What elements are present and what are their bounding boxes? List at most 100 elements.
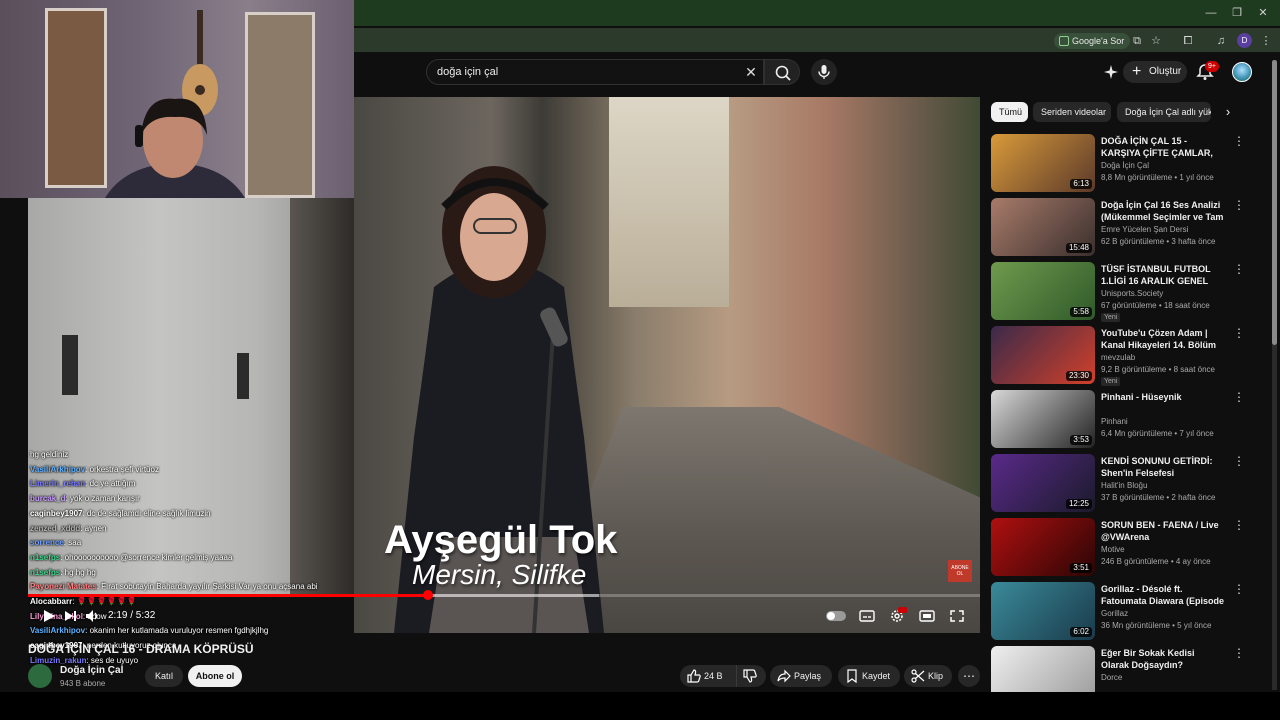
- subtitles-icon[interactable]: [858, 608, 876, 624]
- recommended-video[interactable]: 5:58 TÜSF İSTANBUL FUTBOL 1.LİGİ 16 ARALI…: [991, 262, 1245, 322]
- ai-sparkle-icon[interactable]: [1103, 64, 1119, 80]
- search-button[interactable]: [764, 59, 800, 85]
- kebab-menu-icon[interactable]: ⋮: [1233, 455, 1245, 467]
- progress-scrubber-handle[interactable]: [422, 590, 433, 600]
- autoplay-toggle[interactable]: [826, 611, 846, 621]
- volume-icon[interactable]: [84, 608, 102, 624]
- kebab-menu-icon[interactable]: ⋮: [1233, 199, 1245, 211]
- recommended-video[interactable]: 15:48 Doğa İçin Çal 16 Ses Analizi (Mükem…: [991, 198, 1245, 258]
- chat-username[interactable]: Limerin_rehan: [30, 479, 85, 488]
- kebab-menu-icon[interactable]: ⋮: [1233, 519, 1245, 531]
- video-progress-bar[interactable]: [28, 590, 980, 600]
- recommended-video-title[interactable]: KENDİ SONUNU GETİRDİ: Shen'in Felsefesi: [1101, 455, 1225, 479]
- video-thumbnail[interactable]: 3:53: [991, 390, 1095, 448]
- recommended-video-title[interactable]: TÜSF İSTANBUL FUTBOL 1.LİGİ 16 ARALIK GE…: [1101, 263, 1225, 287]
- chat-username[interactable]: n1sefps: [30, 568, 60, 577]
- subscribe-button[interactable]: Abone ol: [188, 665, 242, 687]
- recommended-channel-name[interactable]: Emre Yücelen Şan Dersi: [1101, 225, 1188, 234]
- kebab-menu-icon[interactable]: ⋮: [1233, 327, 1245, 339]
- video-thumbnail[interactable]: 3:51: [991, 518, 1095, 576]
- recommended-channel-name[interactable]: Pinhani: [1101, 417, 1128, 426]
- fullscreen-icon[interactable]: [948, 608, 966, 624]
- recommended-video[interactable]: 23:30 YouTube'u Çözen Adam | Kanal Hikaye…: [991, 326, 1245, 386]
- dislike-button[interactable]: [736, 665, 766, 687]
- recommended-video-title[interactable]: Pinhani - Hüseynik: [1101, 391, 1225, 403]
- recommended-video[interactable]: 3:51 SORUN BEN - FAENA / Live @VWArena Mot…: [991, 518, 1245, 578]
- create-button[interactable]: + Oluştur: [1123, 61, 1187, 83]
- recommended-video-title[interactable]: YouTube'u Çözen Adam | Kanal Hikayeleri …: [1101, 327, 1225, 351]
- chat-text: : orkestra şefi virtüoz: [85, 464, 159, 474]
- account-avatar[interactable]: [1232, 62, 1252, 82]
- video-thumbnail[interactable]: 23:30: [991, 326, 1095, 384]
- minimize-icon[interactable]: —: [1202, 6, 1220, 20]
- media-control-icon[interactable]: ♫: [1213, 33, 1229, 49]
- recommended-video[interactable]: 12:25 KENDİ SONUNU GETİRDİ: Shen'in Felse…: [991, 454, 1245, 514]
- recommended-video-title[interactable]: Eğer Bir Sokak Kedisi Olarak Doğsaydın?: [1101, 647, 1225, 671]
- theater-mode-icon[interactable]: [918, 608, 936, 624]
- kebab-menu-icon[interactable]: ⋮: [1233, 647, 1245, 659]
- filter-chip[interactable]: Seriden videolar: [1033, 102, 1111, 122]
- share-button[interactable]: Paylaş: [770, 665, 832, 687]
- video-thumbnail[interactable]: 6:13: [991, 134, 1095, 192]
- channel-name[interactable]: Doğa İçin Çal: [60, 665, 123, 676]
- chat-username[interactable]: sorrence: [30, 538, 64, 547]
- chat-username[interactable]: zenzed_xddd: [30, 524, 80, 533]
- chat-username[interactable]: burcak_d: [30, 494, 66, 503]
- recommended-channel-name[interactable]: Halit'in Bloğu: [1101, 481, 1147, 490]
- recommended-video[interactable]: 6:02 Gorillaz - Désolé ft. Fatoumata Diaw…: [991, 582, 1245, 642]
- recommended-video-title[interactable]: Doğa İçin Çal 16 Ses Analizi (Mükemmel S…: [1101, 199, 1225, 223]
- filter-chip[interactable]: Tümü: [991, 102, 1028, 122]
- filter-chip[interactable]: Doğa İçin Çal adlı yükleyiciden: [1117, 102, 1211, 122]
- recommended-channel-name[interactable]: Unisports.Society: [1101, 289, 1163, 298]
- recommended-video[interactable]: 6:13 DOĞA İÇİN ÇAL 15 - KARŞIYA ÇİFTE ÇAM…: [991, 134, 1245, 194]
- recommended-channel-name[interactable]: Dorce: [1101, 673, 1122, 682]
- clear-search-icon[interactable]: ✕: [742, 63, 760, 81]
- browser-profile-avatar[interactable]: D: [1237, 33, 1252, 48]
- kebab-menu-icon[interactable]: ⋮: [1233, 135, 1245, 147]
- recommended-channel-name[interactable]: Doğa İçin Çal: [1101, 161, 1149, 170]
- recommended-channel-name[interactable]: mevzulab: [1101, 353, 1135, 362]
- chat-text: : dc de sağlamdı eline sağlık limuzin: [82, 508, 211, 518]
- video-thumbnail[interactable]: 15:48: [991, 198, 1095, 256]
- clip-button[interactable]: Klip: [904, 665, 952, 687]
- save-label: Kaydet: [862, 671, 891, 681]
- chevron-right-icon[interactable]: ›: [1220, 104, 1236, 120]
- recommended-video-title[interactable]: Gorillaz - Désolé ft. Fatoumata Diawara …: [1101, 583, 1225, 607]
- kebab-menu-icon[interactable]: ⋮: [1233, 263, 1245, 275]
- google-ask-button[interactable]: Google'a Sor: [1054, 33, 1131, 49]
- bookmark-star-icon[interactable]: ☆: [1148, 33, 1164, 49]
- close-window-icon[interactable]: ✕: [1254, 6, 1272, 20]
- search-input[interactable]: doğa için çal: [426, 59, 764, 85]
- browser-menu-icon[interactable]: ⋮: [1258, 33, 1274, 49]
- kebab-menu-icon[interactable]: ⋮: [1233, 391, 1245, 403]
- maximize-icon[interactable]: ❐: [1228, 6, 1246, 20]
- voice-search-button[interactable]: [811, 59, 837, 85]
- video-subscribe-watermark[interactable]: ABONE OL: [948, 560, 972, 582]
- channel-avatar[interactable]: [28, 664, 52, 688]
- chat-username[interactable]: caginbey1907: [30, 509, 82, 518]
- extensions-icon[interactable]: ⧠: [1180, 33, 1196, 49]
- video-thumbnail[interactable]: 6:02: [991, 582, 1095, 640]
- install-app-icon[interactable]: ⧉: [1129, 33, 1145, 49]
- join-button[interactable]: Katıl: [145, 665, 183, 687]
- recommended-video-title[interactable]: SORUN BEN - FAENA / Live @VWArena: [1101, 519, 1225, 543]
- recommended-channel-name[interactable]: Gorillaz: [1101, 609, 1128, 618]
- recommended-video[interactable]: 3:53 Pinhani - Hüseynik Pinhani 6,4 Mn görü…: [991, 390, 1245, 450]
- video-thumbnail[interactable]: 12:25: [991, 454, 1095, 512]
- next-icon[interactable]: [62, 608, 80, 624]
- page-scrollbar-thumb[interactable]: [1272, 60, 1277, 345]
- save-button[interactable]: Kaydet: [838, 665, 900, 687]
- like-button[interactable]: 24 B: [680, 665, 736, 687]
- recommended-video-title[interactable]: DOĞA İÇİN ÇAL 15 - KARŞIYA ÇİFTE ÇAMLAR,…: [1101, 135, 1225, 159]
- chat-username[interactable]: n1sefps: [30, 553, 60, 562]
- more-actions-button[interactable]: ⋯: [958, 665, 980, 687]
- play-icon[interactable]: [40, 608, 58, 624]
- video-thumbnail[interactable]: 5:58: [991, 262, 1095, 320]
- chat-username[interactable]: Payonezi Matates: [30, 582, 97, 591]
- kebab-menu-icon[interactable]: ⋮: [1233, 583, 1245, 595]
- chat-username[interactable]: VasiliArkhipov: [30, 626, 85, 635]
- chat-username[interactable]: VasiliArkhipov: [30, 465, 85, 474]
- recommended-channel-name[interactable]: Motive: [1101, 545, 1125, 554]
- chat-username[interactable]: Alocabbarr: [30, 597, 72, 606]
- video-player[interactable]: Ayşegül Tok Mersin, Silifke ABONE OL: [354, 97, 980, 633]
